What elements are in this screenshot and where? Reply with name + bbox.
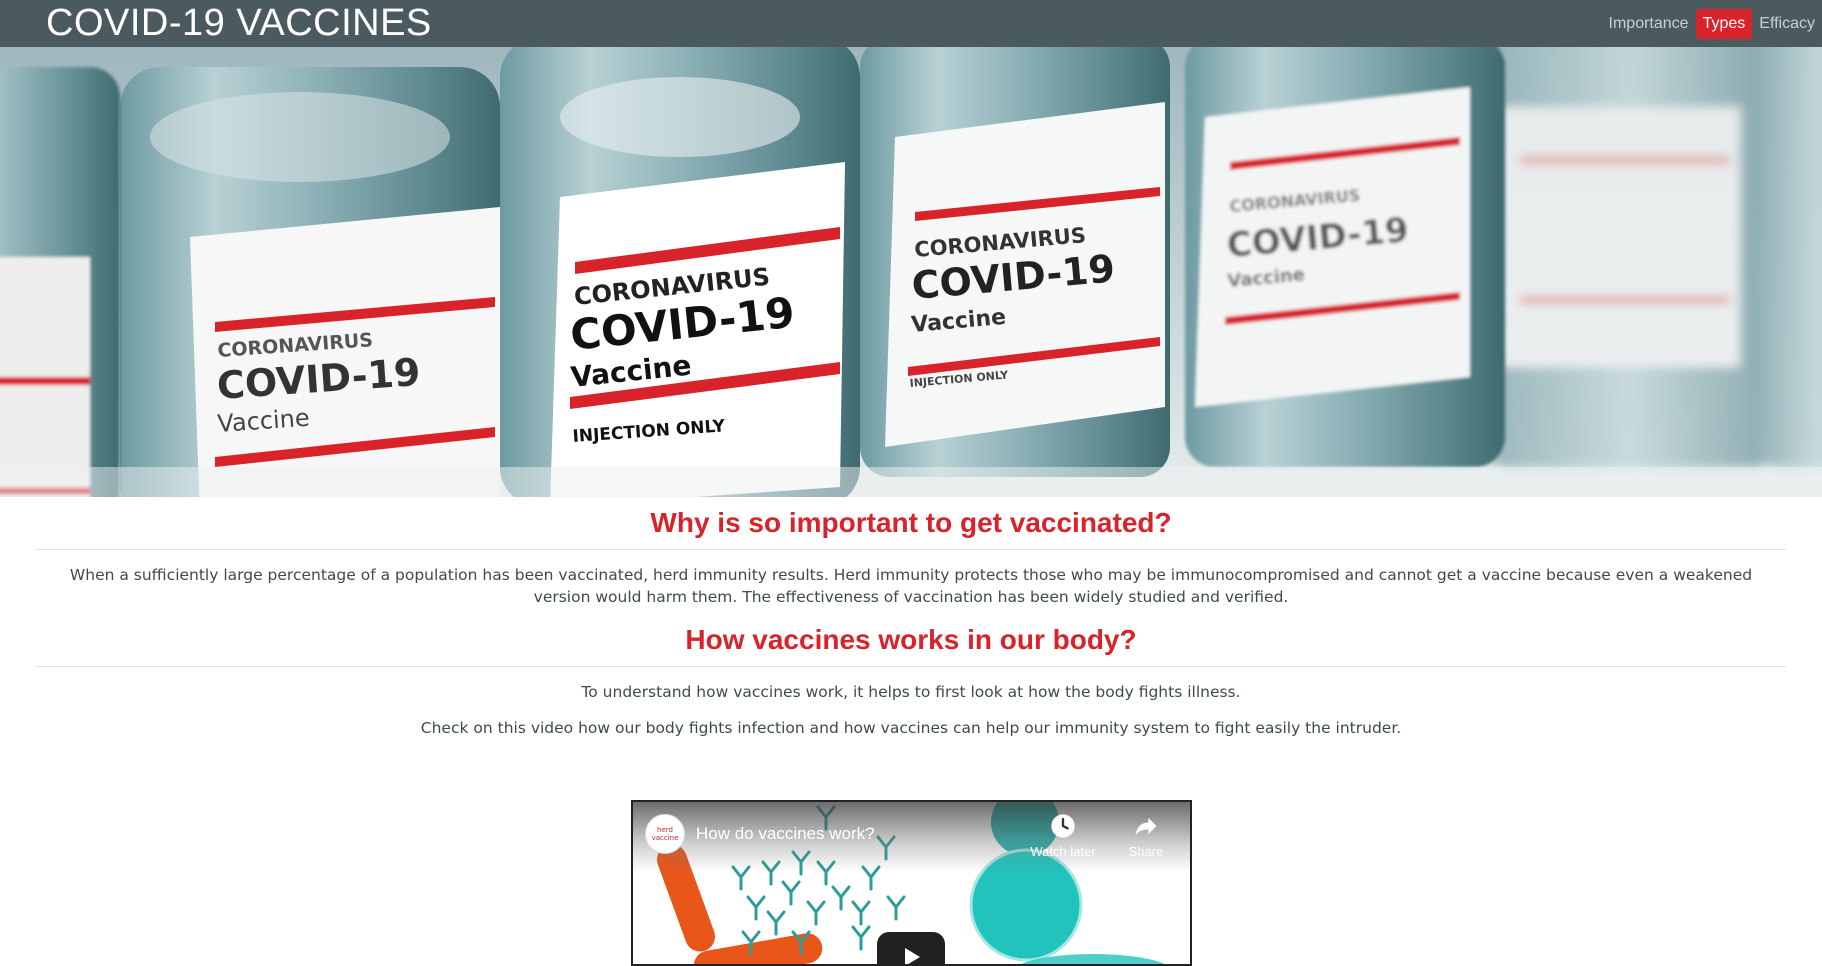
play-icon: [905, 948, 920, 964]
vaccine-vials-illustration: CORONAVIRUS COVID-19 Vaccine CORONAVIRUS…: [0, 47, 1822, 497]
how-title: How vaccines works in our body?: [685, 624, 1137, 655]
share-label: Share: [1128, 844, 1164, 859]
importance-divider: [36, 549, 1786, 550]
brand-title[interactable]: COVID-19 VACCINES: [46, 0, 432, 47]
share-arrow-icon: [1135, 817, 1157, 836]
video-title[interactable]: How do vaccines work?: [696, 824, 875, 844]
watch-later-button[interactable]: Watch later: [1028, 812, 1098, 859]
video-embed[interactable]: herd vaccine How do vaccines work? Watch…: [631, 800, 1192, 966]
how-divider: [36, 666, 1786, 667]
nav-link-types[interactable]: Types: [1695, 8, 1753, 39]
importance-text: When a sufficiently large percentage of …: [69, 566, 1753, 606]
channel-avatar-icon[interactable]: herd vaccine: [645, 814, 685, 854]
hero-image: CORONAVIRUS COVID-19 Vaccine CORONAVIRUS…: [0, 47, 1822, 497]
how-text-2: Check on this video how our body fights …: [420, 719, 1402, 737]
how-text-1: To understand how vaccines work, it help…: [581, 683, 1241, 701]
channel-avatar-label: herd vaccine: [651, 826, 679, 842]
importance-title: Why is so important to get vaccinated?: [650, 507, 1172, 538]
main-content: Why is so important to get vaccinated? W…: [36, 497, 1786, 753]
nav-link-importance[interactable]: Importance: [1602, 9, 1696, 39]
share-button[interactable]: Share: [1111, 812, 1181, 859]
nav-links: Importance Types Efficacy: [1602, 0, 1822, 47]
clock-icon: [1051, 814, 1075, 838]
watch-later-label: Watch later: [1030, 844, 1096, 859]
nav-link-efficacy[interactable]: Efficacy: [1752, 9, 1822, 39]
play-button[interactable]: [877, 932, 945, 964]
top-navbar: COVID-19 VACCINES Importance Types Effic…: [0, 0, 1822, 47]
